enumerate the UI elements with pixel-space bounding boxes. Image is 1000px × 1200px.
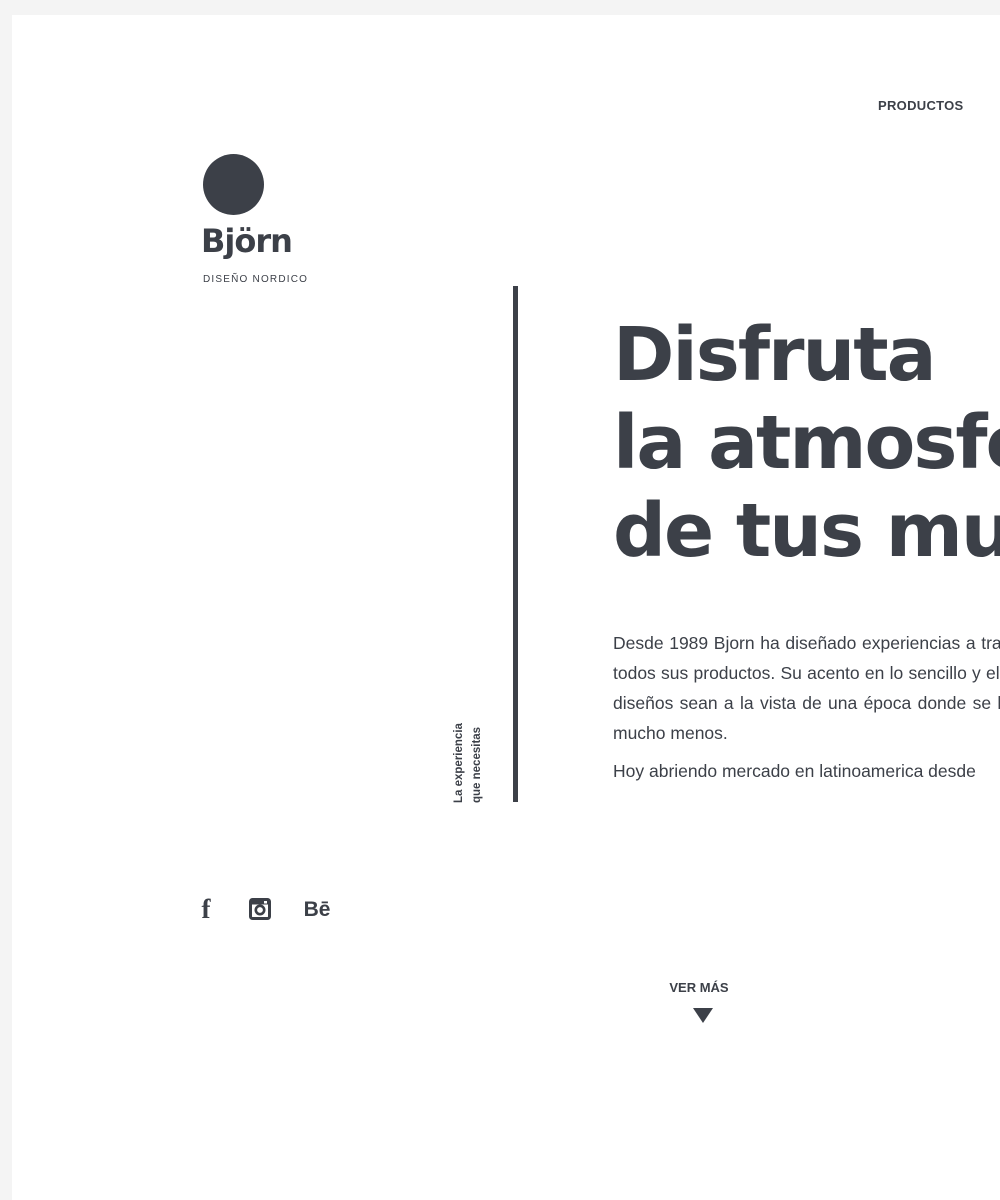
hero-description: Desde 1989 Bjorn ha diseñado experiencia… <box>613 628 1000 786</box>
hero-headline-line-3: de tus muebles <box>613 488 1000 574</box>
logo-mark <box>203 154 264 215</box>
vertical-tagline-line-2: que necesitas <box>471 726 483 803</box>
triangle-down-icon <box>693 1008 713 1023</box>
brand-tagline: DISEÑO NORDICO <box>203 274 309 285</box>
instagram-link[interactable] <box>248 895 272 923</box>
ver-mas-button[interactable]: VER MÁS <box>658 977 748 1027</box>
hero-headline-line-2: la atmosfera <box>613 400 1000 486</box>
hero-headline: Disfruta la atmosfera de tus muebles <box>613 311 1000 575</box>
ver-mas-label: VER MÁS <box>669 980 729 995</box>
vertical-tagline-line-1: La experiencia <box>453 723 465 803</box>
behance-link[interactable]: Bē <box>301 895 333 923</box>
facebook-icon: f <box>201 893 211 924</box>
hero-paragraph-2: Hoy abriendo mercado en latinoamerica de… <box>613 761 976 781</box>
brand-name: Björn <box>201 222 293 260</box>
vertical-divider <box>513 286 518 802</box>
landing-page: PRODUCTOS Björn DISEÑO NORDICO La experi… <box>12 15 1000 1200</box>
hero-headline-line-1: Disfruta <box>613 312 937 398</box>
nav-link-productos[interactable]: PRODUCTOS <box>878 98 964 113</box>
instagram-icon <box>249 898 271 920</box>
hero-paragraph-1: Desde 1989 Bjorn ha diseñado experiencia… <box>613 633 1000 743</box>
vertical-tagline: La experiencia que necesitas <box>450 713 483 803</box>
facebook-link[interactable]: f <box>198 895 214 923</box>
behance-icon: Bē <box>303 897 331 921</box>
